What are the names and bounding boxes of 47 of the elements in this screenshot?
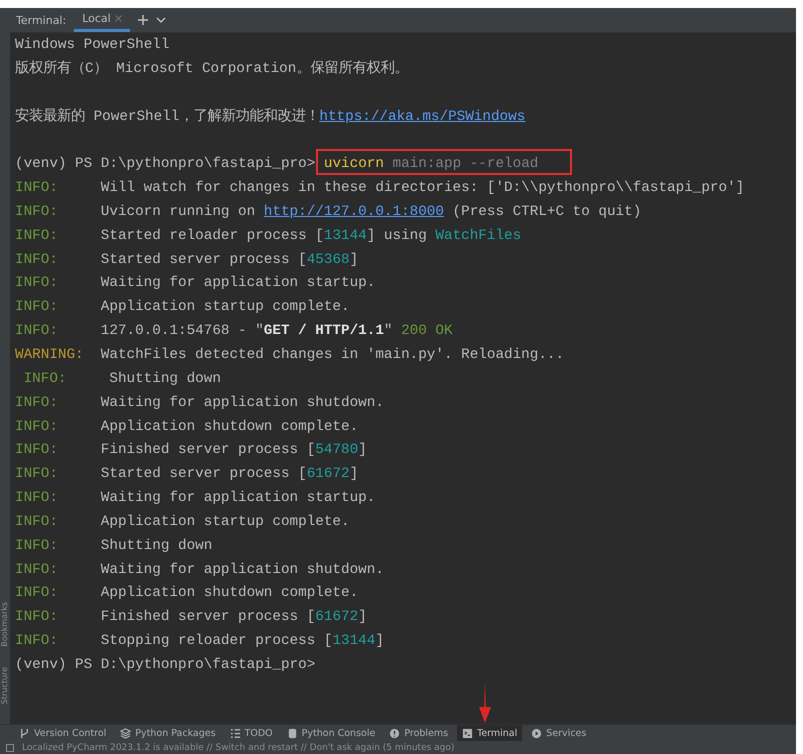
tool-window-button[interactable]: Problems bbox=[384, 725, 454, 741]
terminal-line: INFO: Started reloader process [13144] using WatchFiles bbox=[15, 226, 522, 246]
tool-window-button[interactable]: Python Packages bbox=[115, 725, 221, 741]
terminal-line: 版权所有（C） Microsoft Corporation。保留所有权利。 bbox=[15, 59, 408, 79]
terminal-line: INFO: Finished server process [54780] bbox=[15, 441, 367, 460]
status-message: Localized PyCharm 2023.1.2 is available // Switch and restart // Don't ask again (5 minutes ago) bbox=[22, 742, 454, 752]
terminal-line: INFO: Started server process [61672] bbox=[15, 465, 358, 484]
terminal-line: INFO: Application startup complete. bbox=[15, 298, 350, 318]
terminal-line: INFO: Finished server process [61672] bbox=[15, 608, 367, 628]
terminal-line: WARNING: WatchFiles detected changes in 'main.py'. Reloading... bbox=[15, 346, 564, 365]
link[interactable]: http://127.0.0.1:8000 bbox=[264, 204, 444, 220]
terminal-line: INFO: Uvicorn running on http://127.0.0.1:8000 (Press CTRL+C to quit) bbox=[15, 202, 642, 222]
panel-title: Terminal: bbox=[16, 14, 66, 26]
terminal-line: INFO: Application startup complete. bbox=[15, 512, 350, 532]
terminal-line: 安装最新的 PowerShell，了解新功能和改进！https://aka.ms/PSWindows bbox=[15, 106, 526, 127]
tool-window-button[interactable]: Services bbox=[526, 725, 592, 741]
terminal-line: INFO: Application shutdown complete. bbox=[15, 584, 358, 604]
terminal-line: INFO: Stopping reloader process [13144] bbox=[15, 632, 384, 652]
terminal-line: Windows PowerShell bbox=[15, 36, 170, 55]
terminal-tab[interactable]: Local bbox=[74, 8, 130, 32]
plus-icon[interactable] bbox=[138, 15, 148, 25]
tool-window-button[interactable]: Version Control bbox=[14, 725, 112, 741]
terminal-line: INFO: 127.0.0.1:54768 - "GET / HTTP/1.1" 200 OK bbox=[15, 322, 453, 342]
link[interactable]: https://aka.ms/PSWindows bbox=[319, 108, 526, 125]
terminal-icon bbox=[462, 728, 474, 738]
terminal-line: INFO: Will watch for changes in these directories: ['D:\\pythonpro\\fastapi_pro'] bbox=[15, 179, 744, 198]
layers-icon bbox=[120, 728, 132, 738]
terminal-line: (venv) PS D:\pythonpro\fastapi_pro> uvicorn main:app --reload bbox=[15, 153, 538, 178]
tool-window-button[interactable]: TODO bbox=[224, 725, 278, 741]
terminal-line: INFO: Shutting down bbox=[15, 536, 212, 556]
side-tab[interactable]: Structure bbox=[0, 666, 10, 704]
branch-icon bbox=[19, 728, 30, 738]
terminal-line: (venv) PS D:\pythonpro\fastapi_pro> bbox=[15, 656, 316, 675]
list-icon bbox=[230, 728, 241, 738]
terminal-line: INFO: Waiting for application startup. bbox=[15, 274, 376, 294]
play-icon bbox=[531, 728, 542, 738]
tool-window-button[interactable]: Python Console bbox=[282, 725, 380, 741]
terminal-line: INFO: Application shutdown complete. bbox=[15, 418, 358, 436]
side-tab[interactable]: Bookmarks bbox=[0, 602, 10, 647]
exclamation-icon bbox=[389, 728, 400, 738]
terminal-line: INFO: Waiting for application startup. bbox=[15, 489, 376, 508]
square-icon bbox=[6, 744, 14, 752]
terminal-line: INFO: Started server process [45368] bbox=[15, 250, 358, 270]
terminal-line: INFO: Waiting for application shutdown. bbox=[15, 560, 384, 580]
terminal-line: INFO: Shutting down bbox=[22, 370, 221, 389]
chevron-down-icon[interactable] bbox=[156, 17, 166, 23]
terminal-line: INFO: Waiting for application shutdown. bbox=[15, 394, 384, 413]
